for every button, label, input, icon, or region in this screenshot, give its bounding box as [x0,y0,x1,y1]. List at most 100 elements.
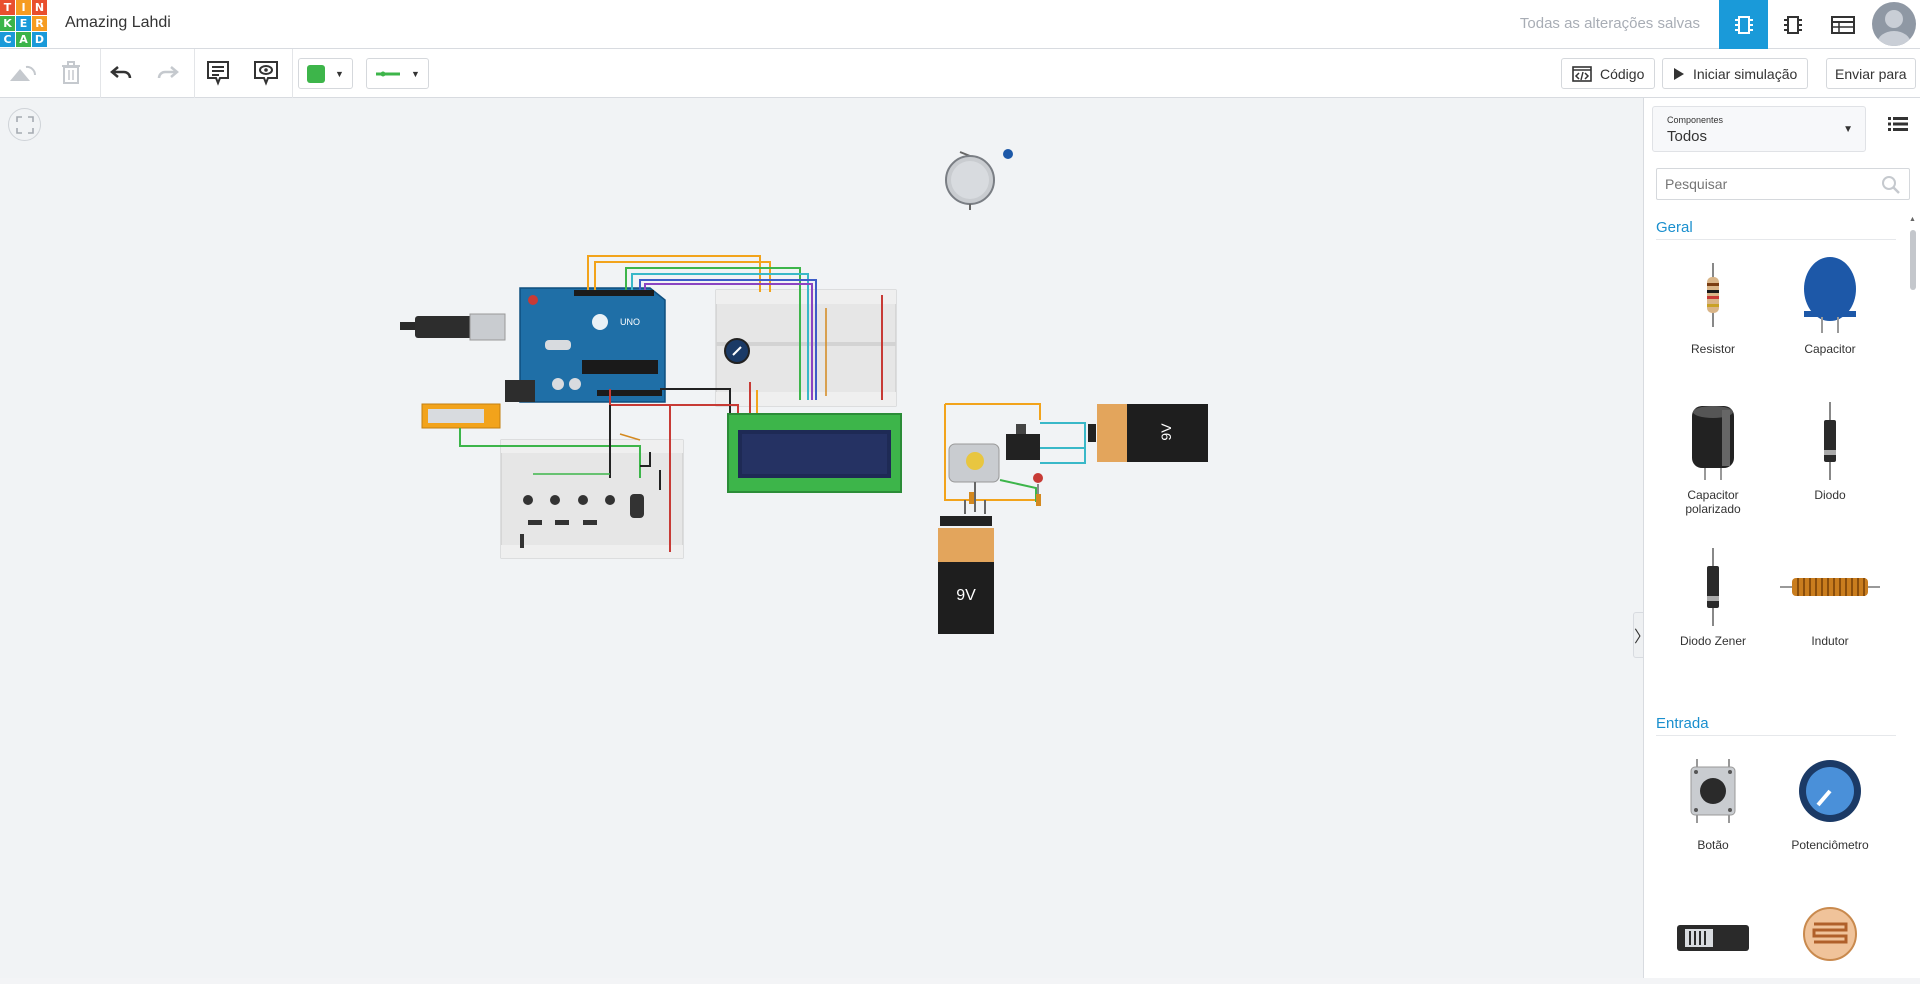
diode-icon [1824,402,1836,480]
schematic-icon [1783,15,1802,34]
edit-toolbar: ▼ ▼ Código Iniciar simulação Enviar para [0,49,1920,98]
rotate-button[interactable] [8,58,38,88]
polarized-capacitor-icon [1692,406,1734,480]
save-status: Todas as alterações salvas [1519,15,1700,32]
component-label: Diodo Zener [1679,634,1747,648]
redo-button[interactable] [153,58,183,88]
search-input[interactable] [1657,169,1857,199]
pushbutton-icon [1690,759,1736,823]
code-button[interactable]: Código [1561,58,1656,89]
component-label: Potenciômetro [1791,838,1869,852]
section-title-general: Geral [1656,219,1896,240]
user-icon [1877,10,1911,46]
component-pushbutton[interactable]: Botão [1658,746,1768,852]
component-label: Capacitor [1804,342,1856,356]
logo-letter: I [16,0,31,15]
component-label: Capacitor polarizado [1685,488,1741,516]
top-bar: T I N K E R C A D Amazing Lahdi Todas as… [0,0,1920,49]
components-dropdown[interactable]: Componentes Todos ▼ [1652,106,1866,152]
component-label: Botão [1697,838,1729,852]
list-icon [1888,117,1908,131]
delete-button[interactable] [56,58,86,88]
project-title[interactable]: Amazing Lahdi [65,14,171,32]
circuit-canvas[interactable]: UNO 9V 9V 〉 [0,98,1651,978]
component-diode[interactable]: Diodo [1775,396,1885,502]
arduino-uno[interactable]: UNO [505,287,666,403]
list-view-button[interactable] [1888,116,1908,137]
tinkercad-logo[interactable]: T I N K E R C A D [0,0,47,47]
toolbar-divider [100,49,101,98]
simulation-button-label: Iniciar simulação [1693,65,1798,82]
battery-9v-vertical[interactable]: 9V [938,516,994,634]
chevron-down-icon: ▼ [1843,124,1853,135]
circuit-view-button[interactable] [1719,0,1768,49]
search-icon[interactable] [1881,175,1901,195]
component-inductor[interactable]: Indutor [1775,542,1885,648]
fill-color-picker[interactable]: ▼ [298,58,353,89]
components-panel: Componentes Todos ▼ Geral Resistor Capac… [1643,98,1920,978]
send-to-button[interactable]: Enviar para [1826,58,1916,89]
section-title-input: Entrada [1656,715,1896,736]
capacitor-icon [1804,257,1856,333]
components-dropdown-value: Todos [1667,128,1708,145]
arduino-label: UNO [620,317,640,327]
component-photoresistor[interactable] [1775,892,1885,984]
components-dropdown-label: Componentes [1667,115,1724,125]
component-polarized-capacitor[interactable]: Capacitor polarizado [1658,396,1768,516]
eye-note-icon [254,61,278,86]
toolbar-divider [194,49,195,98]
component-resistor[interactable]: Resistor [1658,250,1768,356]
wire-style-icon [376,71,400,76]
rotate-icon [10,65,37,81]
user-avatar[interactable] [1872,2,1916,46]
breadboard-top[interactable] [715,289,897,407]
logo-letter: D [32,32,47,47]
usb-cable [400,313,506,341]
coin-cell-battery[interactable] [945,149,1013,210]
play-icon [1674,67,1684,80]
wire-color-picker[interactable]: ▼ [366,58,429,89]
toolbar-divider [292,49,293,98]
logo-letter: R [32,16,47,31]
panel-scrollbar[interactable]: ▲ [1908,216,1918,976]
inductor-icon [1780,578,1880,596]
component-potentiometer[interactable]: Potenciômetro [1775,746,1885,852]
undo-icon [110,66,132,79]
logo-letter: K [0,16,15,31]
potentiometer-icon [1799,760,1861,822]
logo-letter: T [0,0,15,15]
dc-motor-circuit[interactable] [944,403,1086,514]
component-label: Diodo [1814,488,1846,502]
component-capacitor[interactable]: Capacitor [1775,250,1885,356]
undo-button[interactable] [106,58,136,88]
lcd-display[interactable] [727,413,902,493]
notes-visibility-button[interactable] [251,58,281,88]
logo-letter: E [16,16,31,31]
circuit-chip-icon [1734,15,1753,34]
start-simulation-button[interactable]: Iniciar simulação [1662,58,1809,89]
table-icon [1830,15,1855,34]
component-zener-diode[interactable]: Diodo Zener [1658,542,1768,648]
fill-color-swatch [307,64,325,83]
schematic-view-button[interactable] [1768,0,1817,49]
note-icon [207,61,229,86]
send-button-label: Enviar para [1835,65,1907,82]
component-search[interactable] [1656,168,1910,200]
logo-letter: A [16,32,31,47]
component-slide-switch[interactable] [1658,892,1768,984]
slide-potentiometer[interactable] [421,403,501,429]
component-label: Resistor [1690,342,1735,356]
zener-diode-icon [1707,548,1719,626]
battery-label: 9V [956,587,976,604]
trash-icon [62,61,80,84]
circuit-drawing: UNO 9V 9V [400,149,1208,634]
battery-9v-horizontal[interactable]: 9V [1088,404,1208,462]
chevron-down-icon: ▼ [335,68,344,79]
code-button-label: Código [1600,65,1645,82]
scrollbar-thumb[interactable] [1910,230,1916,290]
logo-letter: N [32,0,47,15]
component-list-button[interactable] [1818,0,1867,49]
scroll-up-icon[interactable]: ▲ [1909,216,1916,223]
chevron-down-icon: ▼ [411,68,420,79]
notes-button[interactable] [203,58,233,88]
